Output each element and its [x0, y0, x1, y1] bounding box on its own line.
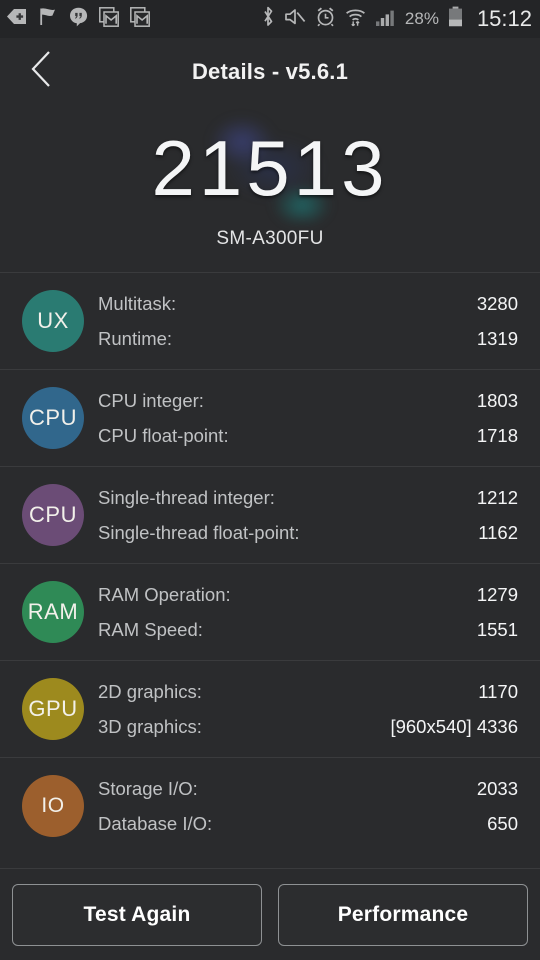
- metric-line: CPU float-point: 1718: [98, 425, 518, 447]
- metric-line: RAM Operation: 1279: [98, 584, 518, 606]
- metric-line: RAM Speed: 1551: [98, 619, 518, 641]
- category-badge-gpu: GPU: [22, 678, 84, 740]
- table-row[interactable]: RAM RAM Operation: 1279 RAM Speed: 1551: [0, 563, 540, 660]
- gmail-icon: [130, 6, 150, 32]
- status-bar-notifications: [6, 6, 150, 32]
- app-title-bar: Details - v5.6.1: [0, 38, 540, 105]
- metric-label: CPU integer:: [98, 389, 204, 411]
- row-metrics: Storage I/O: 2033 Database I/O: 650: [98, 778, 518, 835]
- test-again-button[interactable]: Test Again: [12, 883, 262, 946]
- row-metrics: RAM Operation: 1279 RAM Speed: 1551: [98, 584, 518, 641]
- flag-icon: [38, 7, 58, 31]
- total-score: 21513: [151, 124, 389, 212]
- table-row[interactable]: CPU CPU integer: 1803 CPU float-point: 1…: [0, 369, 540, 466]
- metric-line: Storage I/O: 2033: [98, 778, 518, 800]
- battery-percent-label: 28%: [404, 9, 439, 28]
- metric-line: 2D graphics: 1170: [98, 681, 518, 703]
- status-bar-clock: 15:12: [476, 6, 532, 31]
- metric-value: 3280: [476, 292, 518, 314]
- metric-label: 2D graphics:: [98, 680, 202, 702]
- table-row[interactable]: GPU 2D graphics: 1170 3D graphics: [960x…: [0, 660, 540, 757]
- metric-line: Database I/O: 650: [98, 813, 518, 835]
- row-metrics: Multitask: 3280 Runtime: 1319: [98, 293, 518, 350]
- category-badge-cpu: CPU: [22, 387, 84, 449]
- table-row[interactable]: UX Multitask: 3280 Runtime: 1319: [0, 272, 540, 369]
- row-metrics: CPU integer: 1803 CPU float-point: 1718: [98, 390, 518, 447]
- status-bar[interactable]: 28% 15:12: [0, 0, 540, 38]
- status-bar-system: 28% 15:12: [261, 6, 532, 32]
- wifi-icon: [345, 7, 366, 32]
- metric-value: 1279: [476, 583, 518, 605]
- metric-label: Single-thread integer:: [98, 486, 275, 508]
- performance-button[interactable]: Performance: [278, 883, 528, 946]
- download-plus-icon: [6, 8, 27, 30]
- metric-value: 1170: [478, 680, 518, 702]
- metric-label: Single-thread float-point:: [98, 521, 300, 543]
- metric-value: [960x540] 4336: [390, 715, 518, 737]
- metric-line: CPU integer: 1803: [98, 390, 518, 412]
- metric-label: 3D graphics:: [98, 715, 202, 737]
- metric-label: RAM Speed:: [98, 618, 203, 640]
- signal-icon: [375, 7, 396, 32]
- metric-value: 650: [487, 812, 518, 834]
- metric-label: RAM Operation:: [98, 583, 231, 605]
- category-badge-ram: RAM: [22, 581, 84, 643]
- back-button[interactable]: [14, 44, 70, 100]
- page-title: Details - v5.6.1: [191, 58, 349, 84]
- benchmark-results-list: UX Multitask: 3280 Runtime: 1319 CPU CPU…: [0, 272, 540, 854]
- metric-line: Single-thread integer: 1212: [98, 487, 518, 509]
- category-badge-cpu-single: CPU: [22, 484, 84, 546]
- category-badge-ux: UX: [22, 290, 84, 352]
- metric-line: 3D graphics: [960x540] 4336: [98, 716, 518, 738]
- metric-label: Runtime:: [98, 327, 173, 349]
- metric-line: Single-thread float-point: 1162: [98, 522, 518, 544]
- category-badge-io: IO: [22, 775, 84, 837]
- metric-value: 1551: [476, 618, 518, 640]
- score-summary: 21513 SM-A300FU: [0, 105, 540, 272]
- footer-actions: Test Again Performance: [0, 868, 540, 960]
- table-row[interactable]: IO Storage I/O: 2033 Database I/O: 650: [0, 757, 540, 854]
- metric-line: Runtime: 1319: [98, 328, 518, 350]
- metric-value: 2033: [476, 777, 518, 799]
- bluetooth-icon: [261, 6, 275, 32]
- mute-icon: [284, 7, 306, 32]
- metric-label: Multitask:: [98, 292, 177, 314]
- alarm-icon: [315, 6, 336, 32]
- metric-value: 1212: [476, 486, 518, 508]
- battery-icon: [448, 6, 463, 32]
- chevron-left-icon: [29, 50, 55, 93]
- row-metrics: Single-thread integer: 1212 Single-threa…: [98, 487, 518, 544]
- metric-value: 1319: [476, 327, 518, 349]
- row-metrics: 2D graphics: 1170 3D graphics: [960x540]…: [98, 681, 518, 738]
- metric-value: 1718: [476, 424, 518, 446]
- table-row[interactable]: CPU Single-thread integer: 1212 Single-t…: [0, 466, 540, 563]
- gmail-icon: [99, 6, 119, 32]
- hangouts-icon: [69, 7, 88, 32]
- metric-value: 1803: [476, 389, 518, 411]
- metric-label: CPU float-point:: [98, 424, 229, 446]
- metric-label: Storage I/O:: [98, 777, 198, 799]
- metric-value: 1162: [478, 521, 518, 543]
- metric-label: Database I/O:: [98, 812, 213, 834]
- metric-line: Multitask: 3280: [98, 293, 518, 315]
- device-model-label: SM-A300FU: [216, 228, 324, 249]
